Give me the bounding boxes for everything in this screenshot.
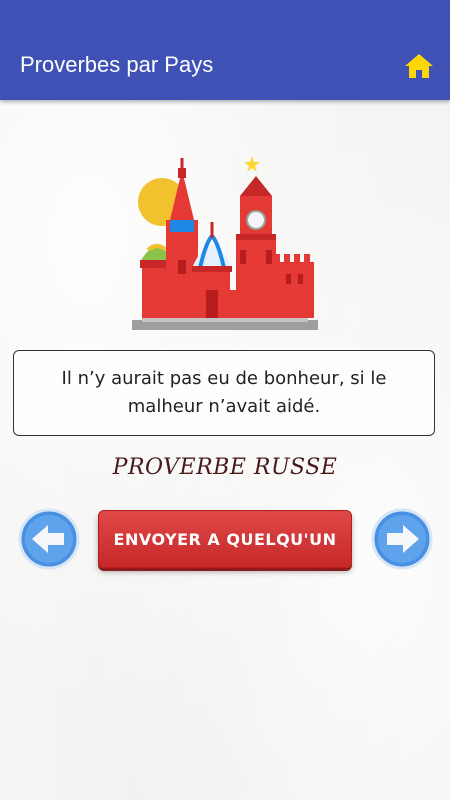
proverb-origin: PROVERBE RUSSE (112, 455, 338, 480)
send-button[interactable]: ENVOYER A QUELQU'UN (98, 510, 352, 568)
home-icon (405, 54, 433, 78)
send-button-label: ENVOYER A QUELQU'UN (113, 529, 337, 549)
kremlin-icon (132, 156, 318, 330)
app-bar: Proverbes par Pays (0, 0, 450, 100)
proverb-card: Il n’y aurait pas eu de bonheur, si le m… (13, 350, 435, 436)
kremlin-illustration (128, 150, 322, 334)
next-button[interactable] (371, 508, 433, 570)
arrow-left-icon (18, 508, 80, 570)
proverb-text: Il n’y aurait pas eu de bonheur, si le m… (61, 368, 387, 417)
arrow-right-icon (371, 508, 433, 570)
app-title: Proverbes par Pays (20, 52, 214, 77)
previous-button[interactable] (18, 508, 80, 570)
home-button[interactable] (403, 52, 435, 80)
